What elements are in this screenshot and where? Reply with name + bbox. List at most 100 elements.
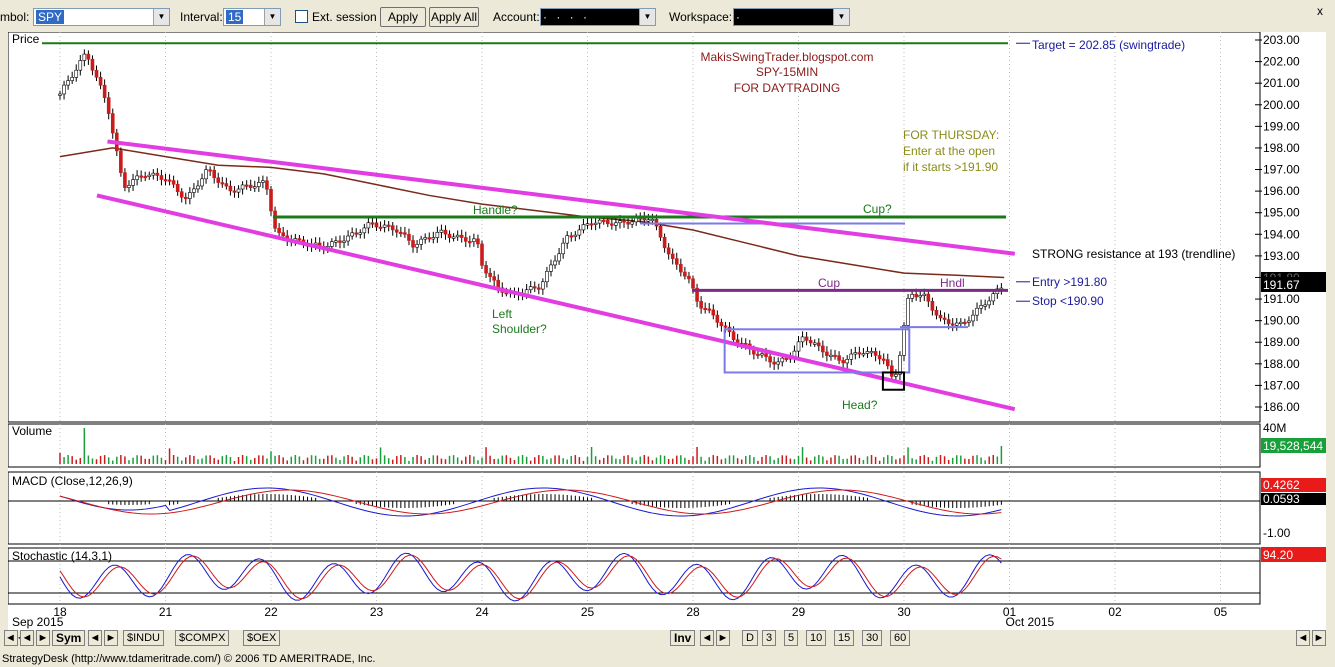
candle-body [646,219,651,222]
period-5[interactable]: 5 [784,630,799,646]
y-tick-label: 186.00 [1263,400,1300,414]
candle-body [561,242,565,255]
period-30[interactable]: 30 [862,630,883,646]
end-next-icon[interactable]: ► [1312,630,1326,646]
next-icon[interactable]: ► [36,630,50,646]
chevron-down-icon[interactable]: ▼ [264,9,280,25]
volume-last-label: 19,528,544 [1263,439,1323,453]
candle-body [808,340,813,344]
candle-body [455,234,460,238]
x-tick-label: 29 [792,605,806,619]
candle-body [938,314,943,319]
scroll-right-icon[interactable]: ► [104,630,118,646]
inv-next-icon[interactable]: ► [716,630,730,646]
candle-body [768,356,772,363]
candle-body [565,235,570,244]
tab-indu[interactable]: $INDU [123,630,165,646]
scroll-left-icon[interactable]: ◄ [88,630,102,646]
candle-body [618,220,622,224]
candle-body [358,232,363,235]
candle-body [135,175,139,180]
prev-icon[interactable]: ◄ [20,630,34,646]
interval-value: 15 [226,10,244,24]
interval-combo[interactable]: 15 ▼ [223,8,281,26]
chevron-down-icon[interactable]: ▼ [833,9,849,25]
candle-body [394,229,399,233]
candle-body [841,360,845,364]
candle-body [573,234,578,237]
y-tick-label: 195.00 [1263,206,1300,220]
price-chart: 203.00 202.00 201.00 200.00 199.00 198.00 197.… [0,31,1335,630]
candle-body [58,93,62,96]
symbol-combo[interactable]: SPY ▼ [33,8,170,26]
x-tick-label: 02 [1108,605,1122,619]
first-icon[interactable]: ◄◄ [4,630,27,646]
candle-body [650,218,655,222]
candle-body [220,182,225,185]
candle-body [959,321,963,324]
y-tick-label: 187.00 [1263,378,1300,392]
ext-session-checkbox[interactable] [295,10,308,23]
candle-body [431,237,436,240]
candle-body [987,300,992,306]
y-tick-label: 191.00 [1263,292,1300,306]
candle-body [90,58,95,71]
y-tick-label: 197.00 [1263,163,1300,177]
x-tick-label: 21 [159,605,173,619]
candle-body [78,60,83,71]
period-d[interactable]: D [742,630,758,646]
candle-body [723,325,728,328]
candle-body [597,219,602,224]
candle-body [338,240,342,243]
tab-oex[interactable]: $OEX [243,630,281,646]
annotation-stop: Stop <190.90 [1032,294,1104,308]
apply-all-button[interactable]: Apply All [429,7,479,27]
candle-body [212,169,216,179]
y-tick-label: 193.00 [1263,249,1300,263]
annotation-resistance: STRONG resistance at 193 (trendline) [1032,247,1235,261]
tab-sym[interactable]: Sym [52,630,86,646]
candle-body [796,341,801,352]
period-10[interactable]: 10 [806,630,827,646]
candle-body [143,176,148,179]
workspace-combo[interactable]: · ▼ [733,8,850,26]
annotation-left: Left [492,307,513,321]
x-month-label: Oct 2015 [1006,615,1055,629]
period-15[interactable]: 15 [834,630,855,646]
period-60[interactable]: 60 [890,630,911,646]
candle-body [196,185,200,190]
candle-body [557,253,561,262]
candle-body [492,276,496,281]
close-icon[interactable]: x [1311,4,1329,20]
apply-button[interactable]: Apply [380,7,426,27]
tab-inv[interactable]: Inv [670,630,696,646]
candle-body [764,353,768,357]
account-combo[interactable]: · · · · ▼ [540,8,656,26]
annotation-entry: Entry >191.80 [1032,275,1107,289]
candle-body [386,224,391,227]
tab-compx[interactable]: $COMPX [175,630,230,646]
chevron-down-icon[interactable]: ▼ [639,9,655,25]
chevron-down-icon[interactable]: ▼ [153,9,169,25]
candle-body [691,278,695,289]
candle-body [216,177,221,183]
right-scrollbar[interactable] [1326,32,1335,630]
annotation-target: Target = 202.85 (swingtrade) [1032,38,1185,52]
candle-body [443,229,448,235]
inv-prev-icon[interactable]: ◄ [700,630,714,646]
candle-body [784,357,789,360]
candle-body [585,223,590,226]
annotation-shoulder: Shoulder? [492,322,547,336]
end-prev-icon[interactable]: ◄ [1296,630,1310,646]
period-3[interactable]: 3 [762,630,777,646]
candle-body [963,321,967,324]
price-panel-frame [7,31,1261,423]
annotation-head: Head? [842,398,878,412]
candle-body [914,294,918,298]
candle-body [415,244,419,248]
candle-body [545,271,549,283]
candle-body [926,293,931,302]
candle-body [423,237,427,240]
annotation-hndl: Hndl [940,276,965,290]
candle-body [240,184,245,190]
